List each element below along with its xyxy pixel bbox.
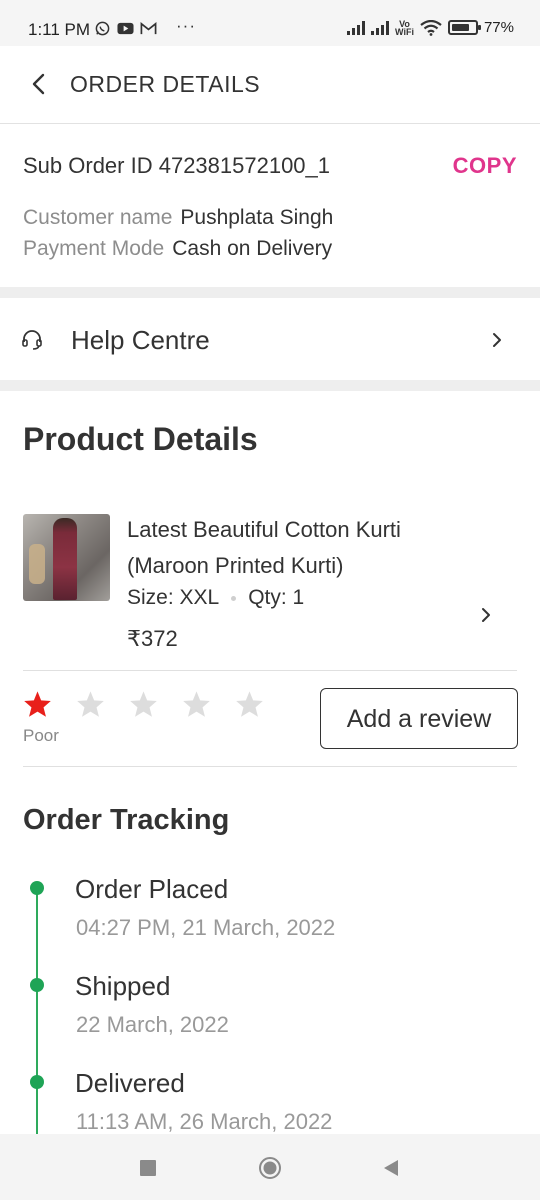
tracking-line xyxy=(36,888,38,1134)
product-price: ₹372 xyxy=(127,626,178,651)
battery-percent: 77% xyxy=(483,19,514,36)
product-size: Size: XXL xyxy=(127,586,220,609)
recents-button[interactable] xyxy=(140,1160,156,1176)
divider xyxy=(23,766,517,767)
product-card[interactable]: Latest Beautiful Cotton Kurti (Maroon Pr… xyxy=(0,500,540,670)
product-qty: Qty: 1 xyxy=(248,586,305,609)
chevron-right-icon xyxy=(493,333,501,347)
status-time: 1:11 PM xyxy=(28,20,91,39)
tracking-dot xyxy=(30,1075,44,1089)
signal-icon-2 xyxy=(371,20,390,35)
back-triangle-button[interactable] xyxy=(382,1158,400,1178)
tracking-date: 04:27 PM, 21 March, 2022 xyxy=(76,915,336,940)
product-meta: Size: XXL Qty: 1 xyxy=(127,586,304,610)
whatsapp-icon xyxy=(95,21,110,36)
section-divider xyxy=(0,380,540,391)
help-centre-row[interactable]: Help Centre xyxy=(0,297,540,380)
tracking-status: Delivered xyxy=(75,1068,185,1098)
tracking-date: 22 March, 2022 xyxy=(76,1012,229,1037)
star-filled-icon[interactable] xyxy=(23,690,52,718)
rating-stars[interactable] xyxy=(23,690,264,718)
vowifi-indicator: Vo WiFi xyxy=(395,18,414,37)
star-empty-icon[interactable] xyxy=(235,690,264,718)
back-arrow-icon[interactable] xyxy=(28,72,52,96)
app-header: ORDER DETAILS xyxy=(0,46,540,124)
system-indicators: Vo WiFi 77% xyxy=(347,19,514,36)
star-empty-icon[interactable] xyxy=(182,690,211,718)
product-thumbnail xyxy=(23,514,110,601)
sub-order-id: Sub Order ID 472381572100_1 xyxy=(23,153,331,178)
tracking-date: 11:13 AM, 26 March, 2022 xyxy=(76,1109,333,1134)
gmail-icon xyxy=(140,22,157,35)
signal-icon xyxy=(347,20,366,35)
help-centre-label: Help Centre xyxy=(71,325,210,355)
copy-button[interactable]: COPY xyxy=(453,153,517,179)
status-bar: 1:11 PM ··· Vo WiFi 77% xyxy=(0,0,540,46)
order-tracking-heading: Order Tracking xyxy=(23,804,230,836)
tracking-dot xyxy=(30,978,44,992)
payment-mode-row: Payment Mode Cash on Delivery xyxy=(23,237,332,261)
system-nav-bar xyxy=(0,1134,540,1200)
payment-mode-label: Payment Mode xyxy=(23,237,165,260)
tracking-status: Order Placed xyxy=(75,874,229,904)
youtube-icon xyxy=(117,22,134,35)
divider xyxy=(23,670,517,671)
customer-name-label: Customer name xyxy=(23,206,173,229)
headset-icon xyxy=(22,330,42,350)
home-button[interactable] xyxy=(258,1156,282,1180)
wifi-icon xyxy=(420,19,442,36)
overflow-dots: ··· xyxy=(176,16,196,35)
star-empty-icon[interactable] xyxy=(76,690,105,718)
add-review-button[interactable]: Add a review xyxy=(320,688,518,749)
separator-dot xyxy=(231,595,237,601)
page-title: ORDER DETAILS xyxy=(70,71,261,97)
payment-mode-value: Cash on Delivery xyxy=(172,237,333,260)
star-empty-icon[interactable] xyxy=(129,690,158,718)
tracking-status: Shipped xyxy=(75,971,171,1001)
chevron-right-icon xyxy=(482,608,490,622)
customer-name-value: Pushplata Singh xyxy=(180,206,334,229)
product-details-heading: Product Details xyxy=(23,421,258,457)
customer-name-row: Customer name Pushplata Singh xyxy=(23,206,333,230)
battery-icon xyxy=(447,20,481,35)
product-name: Latest Beautiful Cotton Kurti (Maroon Pr… xyxy=(127,517,401,578)
sub-order-section: Sub Order ID 472381572100_1 COPY Custome… xyxy=(0,125,540,287)
rating-label: Poor xyxy=(23,726,59,745)
notification-icons xyxy=(94,21,157,36)
tracking-dot xyxy=(30,881,44,895)
